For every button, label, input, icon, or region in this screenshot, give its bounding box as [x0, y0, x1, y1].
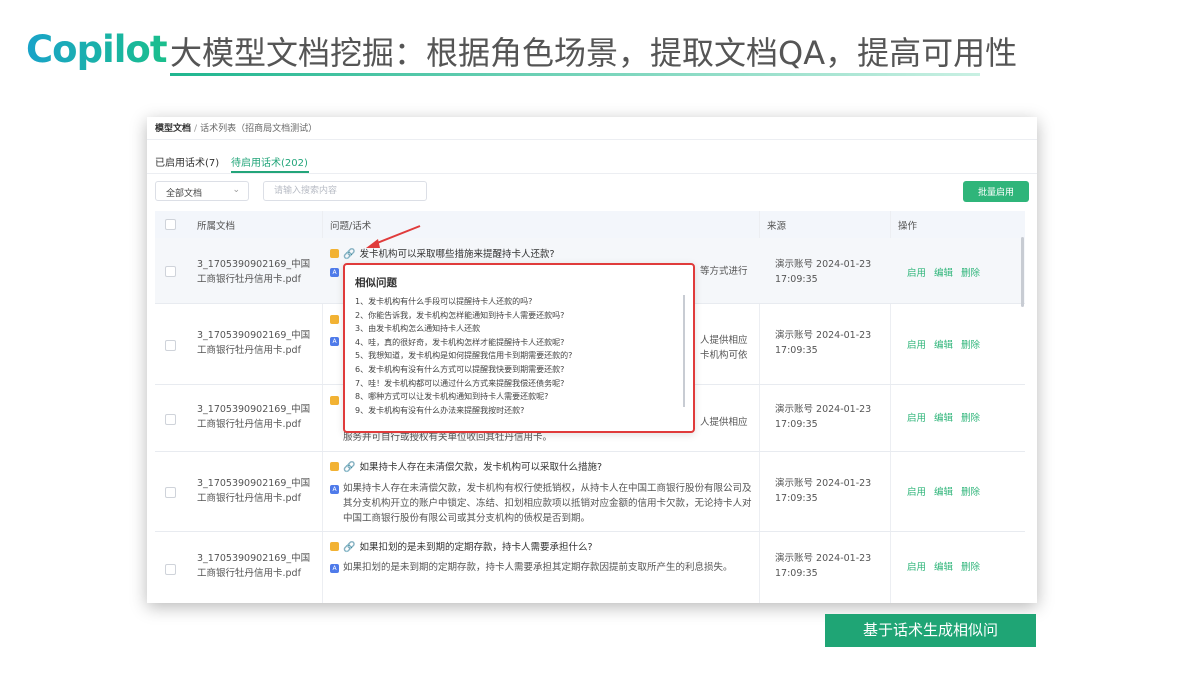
tab-enabled[interactable]: 已启用话术(7) — [155, 154, 219, 169]
row-checkbox[interactable] — [165, 564, 176, 575]
question-icon — [330, 315, 339, 324]
list-item[interactable]: 5、我想知道，发卡机构是如何提醒我信用卡到期需要还款的? — [355, 349, 572, 363]
row-question-text: 如果持卡人存在未清偿欠款，发卡机构可以采取什么措施? — [359, 462, 602, 473]
table-scrollbar[interactable] — [1021, 237, 1024, 307]
enable-button[interactable]: 启用 — [907, 562, 926, 573]
row-checkbox[interactable] — [165, 340, 176, 351]
enable-button[interactable]: 启用 — [907, 413, 926, 424]
row-doc: 3_1705390902169_中国工商银行牡丹信用卡.pdf — [197, 330, 311, 356]
list-item[interactable]: 8、哪种方式可以让发卡机构通知到持卡人需要还款呢? — [355, 390, 572, 404]
list-item[interactable]: 7、哇！发卡机构都可以通过什么方式来提醒我偿还债务呢? — [355, 377, 572, 391]
delete-button[interactable]: 删除 — [961, 340, 980, 351]
header-ops: 操作 — [898, 221, 918, 232]
tab-pending[interactable]: 待启用话术(202) — [231, 154, 308, 169]
list-item[interactable]: 3、由发卡机构怎么通知持卡人还款 — [355, 322, 572, 336]
table-row[interactable]: 3_1705390902169_中国工商银行牡丹信用卡.pdf 🔗 如果扣划的是未… — [155, 531, 1025, 603]
breadcrumb-current: 话术列表（招商局文档测试） — [200, 124, 318, 134]
row-ops: 启用 编辑 删除 — [907, 265, 988, 279]
annotation-arrow-icon — [366, 225, 421, 248]
row-checkbox[interactable] — [165, 266, 176, 277]
table-header: 所属文档 问题/话术 来源 操作 — [155, 211, 1025, 239]
list-item[interactable]: 1、发卡机构有什么手段可以提醒持卡人还款的吗? — [355, 295, 572, 309]
row-answer-tail: 卡机构可依 — [700, 350, 748, 361]
link-icon[interactable]: 🔗 — [343, 249, 355, 260]
answer-icon: A — [330, 268, 339, 277]
list-item[interactable]: 2、你能告诉我，发卡机构怎样能通知到持卡人需要还款吗? — [355, 309, 572, 323]
list-item[interactable]: 4、哇，真的很好奇，发卡机构怎样才能提醒持卡人还款呢? — [355, 336, 572, 350]
divider — [147, 139, 1037, 140]
row-doc: 3_1705390902169_中国工商银行牡丹信用卡.pdf — [197, 404, 311, 430]
row-doc: 3_1705390902169_中国工商银行牡丹信用卡.pdf — [197, 259, 311, 285]
similar-questions-list: 1、发卡机构有什么手段可以提醒持卡人还款的吗? 2、你能告诉我，发卡机构怎样能通… — [355, 295, 572, 417]
question-icon — [330, 462, 339, 471]
divider — [147, 173, 1037, 174]
similar-questions-popup: 相似问题 1、发卡机构有什么手段可以提醒持卡人还款的吗? 2、你能告诉我，发卡机… — [343, 263, 695, 433]
delete-button[interactable]: 删除 — [961, 562, 980, 573]
row-checkbox[interactable] — [165, 414, 176, 425]
header-source: 来源 — [767, 221, 787, 232]
enable-button[interactable]: 启用 — [907, 340, 926, 351]
row-doc: 3_1705390902169_中国工商银行牡丹信用卡.pdf — [197, 553, 311, 579]
row-source: 演示账号 2024-01-23 17:09:35 — [775, 259, 872, 285]
title-underline — [170, 73, 980, 76]
row-question-text: 如果扣划的是未到期的定期存款，持卡人需要承担什么? — [359, 542, 593, 553]
list-item[interactable]: 6、发卡机构有没有什么方式可以提醒我快要到期需要还款? — [355, 363, 572, 377]
row-answer: 如果扣划的是未到期的定期存款，持卡人需要承担其定期存款因提前支取所产生的利息损失… — [343, 562, 733, 573]
row-ops: 启用 编辑 删除 — [907, 559, 988, 573]
delete-button[interactable]: 删除 — [961, 413, 980, 424]
delete-button[interactable]: 删除 — [961, 268, 980, 279]
brand-logo: Copilot — [26, 28, 168, 71]
document-select-value: 全部文档 — [166, 189, 203, 199]
caption-banner: 基于话术生成相似问 — [825, 614, 1036, 647]
edit-button[interactable]: 编辑 — [934, 562, 953, 573]
row-source: 演示账号 2024-01-23 17:09:35 — [775, 330, 872, 356]
edit-button[interactable]: 编辑 — [934, 413, 953, 424]
popup-scrollbar[interactable] — [683, 295, 685, 407]
link-icon[interactable]: 🔗 — [343, 542, 355, 553]
row-doc: 3_1705390902169_中国工商银行牡丹信用卡.pdf — [197, 478, 311, 504]
breadcrumb-separator: / — [194, 124, 198, 134]
question-icon — [330, 542, 339, 551]
answer-icon: A — [330, 564, 339, 573]
enable-button[interactable]: 启用 — [907, 268, 926, 279]
breadcrumb-root[interactable]: 模型文档 — [155, 124, 191, 134]
header-doc: 所属文档 — [197, 221, 236, 232]
edit-button[interactable]: 编辑 — [934, 340, 953, 351]
answer-icon: A — [330, 337, 339, 346]
row-ops: 启用 编辑 删除 — [907, 484, 988, 498]
table-row[interactable]: 3_1705390902169_中国工商银行牡丹信用卡.pdf 🔗 如果持卡人存在… — [155, 451, 1025, 532]
row-source: 演示账号 2024-01-23 17:09:35 — [775, 478, 872, 504]
row-source: 演示账号 2024-01-23 17:09:35 — [775, 553, 872, 579]
row-question: 🔗 如果持卡人存在未清偿欠款，发卡机构可以采取什么措施? — [330, 459, 602, 473]
row-ops: 启用 编辑 删除 — [907, 337, 988, 351]
app-screenshot: 模型文档 / 话术列表（招商局文档测试） 已启用话术(7) 待启用话术(202) 全… — [147, 117, 1037, 603]
search-input[interactable] — [263, 181, 427, 201]
row-checkbox[interactable] — [165, 487, 176, 498]
question-icon — [330, 396, 339, 405]
row-answer-tail: 人提供相应 — [700, 335, 748, 346]
list-item[interactable]: 9、发卡机构有没有什么办法来提醒我按时还款? — [355, 404, 572, 418]
enable-button[interactable]: 启用 — [907, 487, 926, 498]
breadcrumb: 模型文档 / 话术列表（招商局文档测试） — [155, 121, 317, 134]
answer-icon: A — [330, 485, 339, 494]
slide-title: 大模型文档挖掘：根据角色场景，提取文档QA，提高可用性 — [170, 34, 1018, 72]
document-select[interactable]: 全部文档 ⌄ — [155, 181, 249, 201]
popup-title: 相似问题 — [355, 277, 397, 289]
link-icon[interactable]: 🔗 — [343, 462, 355, 473]
row-answer: 如果持卡人存在未清偿欠款，发卡机构有权行使抵销权，从持卡人在中国工商银行股份有限… — [343, 483, 752, 524]
row-answer-tail: 等方式进行 — [700, 266, 748, 277]
row-source: 演示账号 2024-01-23 17:09:35 — [775, 404, 872, 430]
question-icon — [330, 249, 339, 258]
row-answer-tail: 人提供相应 — [700, 417, 748, 428]
edit-button[interactable]: 编辑 — [934, 487, 953, 498]
select-all-checkbox[interactable] — [165, 219, 176, 230]
chevron-down-icon: ⌄ — [232, 185, 240, 195]
batch-enable-button[interactable]: 批量启用 — [963, 181, 1029, 202]
edit-button[interactable]: 编辑 — [934, 268, 953, 279]
delete-button[interactable]: 删除 — [961, 487, 980, 498]
row-ops: 启用 编辑 删除 — [907, 410, 988, 424]
row-question: 🔗 如果扣划的是未到期的定期存款，持卡人需要承担什么? — [330, 539, 593, 553]
